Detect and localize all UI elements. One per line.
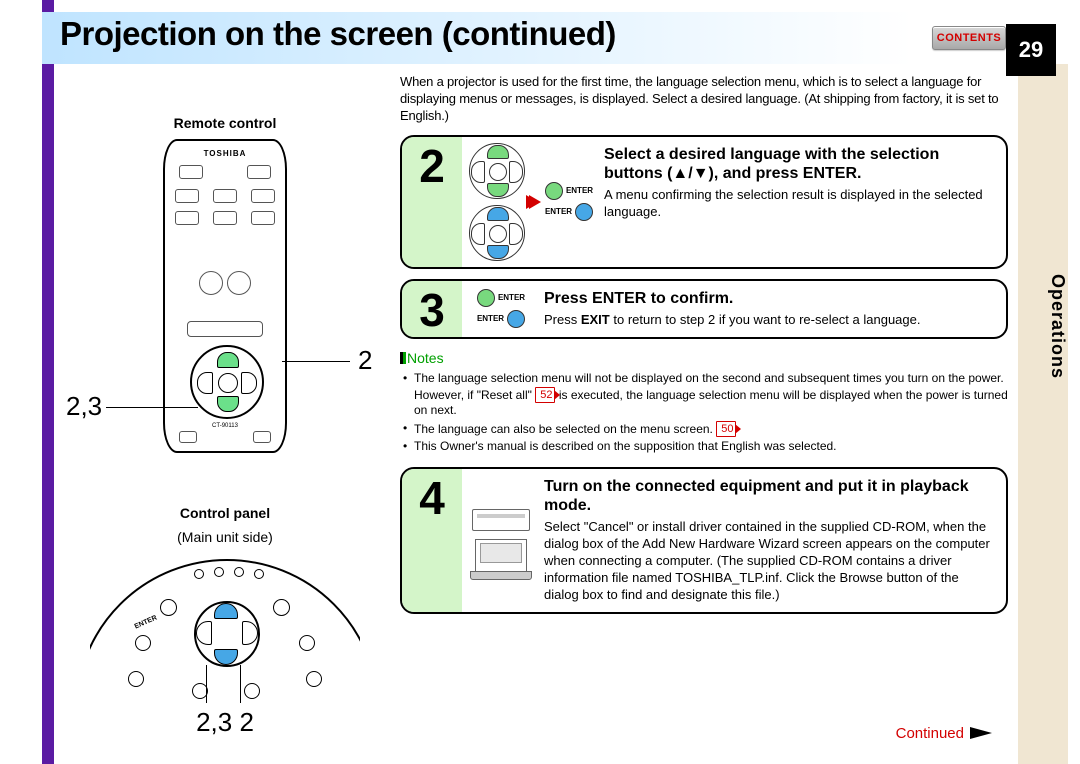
control-panel-heading: Control panel <box>70 505 380 521</box>
cp-dpad-icon <box>194 601 260 667</box>
step-3-icons: ENTER ENTER <box>462 281 540 337</box>
intro-paragraph: When a projector is used for the first t… <box>400 74 1008 125</box>
step-3-box: 3 ENTER ENTER Press ENTER to confirm. Pr <box>400 279 1008 339</box>
remote-brand-label: TOSHIBA <box>165 149 285 158</box>
laptop-icon <box>475 539 527 575</box>
enter-label-2: ENTER <box>545 208 572 216</box>
enter-label: ENTER <box>566 187 593 195</box>
left-purple-bar <box>42 0 54 764</box>
title-band: Projection on the screen (continued) CON… <box>42 12 1068 64</box>
red-arrow-icon <box>529 195 541 209</box>
remote-control-illustration: TOSHIBA <box>163 139 287 453</box>
remote-control-heading: Remote control <box>70 115 380 131</box>
step-2-box: 2 <box>400 135 1008 269</box>
page-title: Projection on the screen (continued) <box>60 15 616 53</box>
step-2-body: A menu confirming the selection result i… <box>604 187 994 221</box>
contents-button[interactable]: CONTENTS <box>932 26 1006 50</box>
notes-header: Notes <box>400 349 1008 367</box>
note-1: The language selection menu will not be … <box>414 371 1008 419</box>
enter-green-icon <box>545 182 563 200</box>
step-2-icons: ENTER ENTER <box>462 137 600 267</box>
step-4-icons <box>462 469 540 612</box>
section-tab-label: Operations <box>1018 274 1068 379</box>
page-number: 29 <box>1006 24 1056 76</box>
cp-callout: 2,3 2 <box>196 707 254 738</box>
step-3-number: 3 <box>402 281 462 337</box>
enter-green-icon <box>477 289 495 307</box>
note-3: This Owner's manual is described on the … <box>414 439 1008 455</box>
callout-dpad-center: 2,3 <box>66 391 102 422</box>
notes-section: Notes The language selection menu will n… <box>400 349 1008 455</box>
step-4-box: 4 Turn on the connected equipment and pu… <box>400 467 1008 614</box>
step-4-number: 4 <box>402 469 462 612</box>
step-3-heading: Press ENTER to confirm. <box>544 289 994 308</box>
remote-model-label: CT-90113 <box>165 423 285 429</box>
enter-label-2: ENTER <box>477 315 504 323</box>
control-panel-subheading: (Main unit side) <box>70 529 380 545</box>
enter-label: ENTER <box>498 294 525 302</box>
enter-blue-icon <box>507 310 525 328</box>
enter-blue-icon <box>575 203 593 221</box>
page-ref-50[interactable]: 50 <box>716 421 736 437</box>
note-2: The language can also be selected on the… <box>414 421 1008 438</box>
remote-dpad-icon <box>190 345 264 419</box>
step-4-heading: Turn on the connected equipment and put … <box>544 477 994 515</box>
dpad-green-icon <box>469 143 525 199</box>
step-2-heading: Select a desired language with the selec… <box>604 145 994 183</box>
dpad-blue-icon <box>469 205 525 261</box>
vcr-icon <box>472 509 530 531</box>
page-ref-52[interactable]: 52 <box>535 387 555 403</box>
step-4-body: Select "Cancel" or install driver contai… <box>544 519 994 603</box>
section-tab: Operations <box>1018 64 1068 764</box>
step-3-body: Press EXIT to return to step 2 if you wa… <box>544 312 994 329</box>
control-panel-illustration: ENTER <box>90 553 360 703</box>
continued-label: Continued <box>896 725 992 742</box>
step-2-number: 2 <box>402 137 462 267</box>
callout-dpad-green: 2 <box>358 345 372 376</box>
